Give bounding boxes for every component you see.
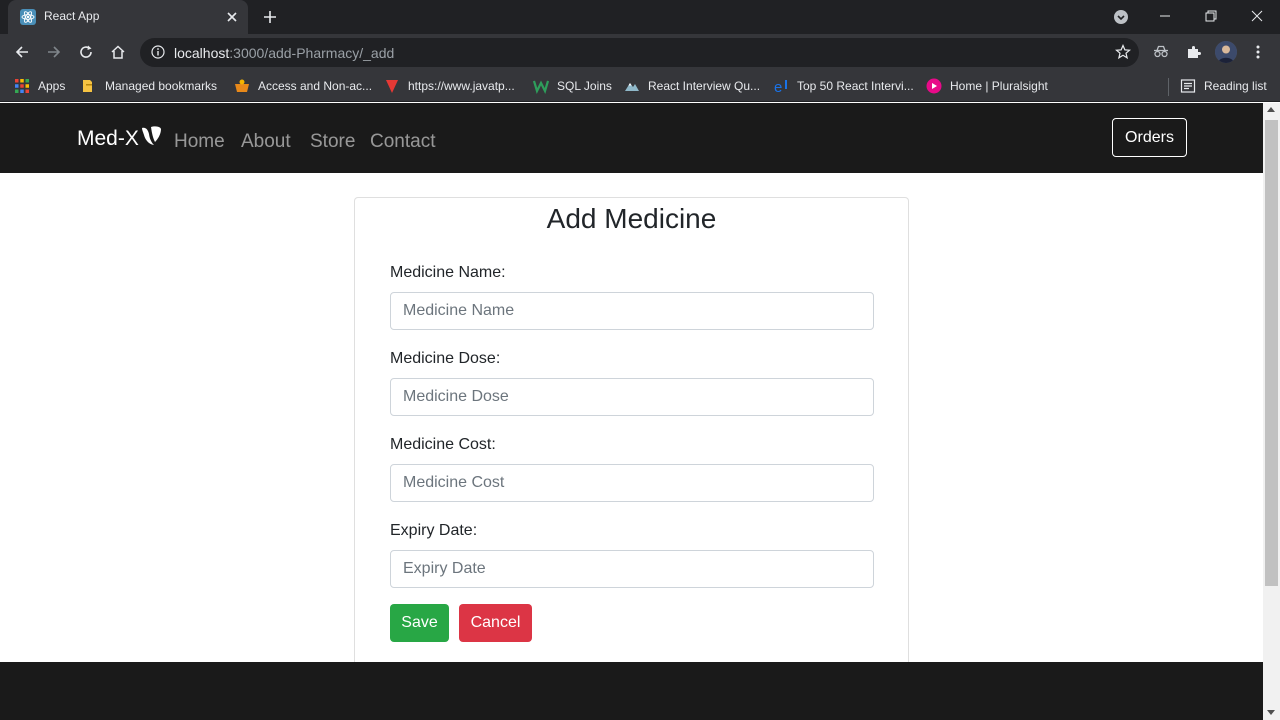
- nav-about-link[interactable]: About: [241, 131, 291, 153]
- form-title: Add Medicine: [546, 203, 717, 234]
- nav-home-link[interactable]: Home: [174, 131, 225, 153]
- address-bar[interactable]: localhost:3000/add-Pharmacy/_add: [140, 38, 1139, 67]
- page-scrollbar[interactable]: [1263, 103, 1280, 720]
- new-tab-icon[interactable]: [262, 9, 278, 25]
- nav-contact-link[interactable]: Contact: [370, 131, 435, 153]
- expiry-date-label: Expiry Date:: [390, 522, 478, 539]
- folder-icon: [83, 80, 92, 92]
- site-info-icon[interactable]: [151, 45, 165, 59]
- brand-name: Med-X: [77, 127, 139, 150]
- extensions-puzzle-icon[interactable]: [1186, 44, 1202, 60]
- browser-tabstrip: React App: [0, 0, 1280, 34]
- page-viewport: Med-X Home About Store Contact Orders Ad…: [0, 103, 1263, 720]
- orders-button[interactable]: Orders: [1112, 118, 1187, 157]
- brand-link[interactable]: Med-X: [77, 126, 162, 151]
- tab-title: React App: [44, 9, 100, 23]
- back-arrow-icon[interactable]: [14, 44, 30, 60]
- bookmark-label: https://www.javatp...: [408, 79, 515, 93]
- w3resource-favicon: [533, 80, 549, 94]
- reading-list-button[interactable]: Reading list: [1180, 76, 1267, 96]
- bookmark-favicon: [235, 79, 249, 92]
- bookmark-apps[interactable]: Apps: [14, 76, 65, 96]
- restore-window-button[interactable]: [1188, 0, 1234, 32]
- profile-icon: [1215, 41, 1237, 63]
- bookmark-sql-joins[interactable]: SQL Joins: [533, 76, 612, 96]
- bookmark-label: SQL Joins: [557, 79, 612, 93]
- medicine-name-input[interactable]: [390, 292, 874, 330]
- javatpoint-favicon: [386, 80, 398, 93]
- save-button[interactable]: Save: [390, 604, 449, 642]
- bookmarks-bar: Apps Managed bookmarks Access and Non-ac…: [0, 70, 1280, 102]
- incognito-extension-icon[interactable]: [1153, 44, 1169, 60]
- bookmark-label: React Interview Qu...: [648, 79, 761, 93]
- edureka-favicon: e: [774, 79, 787, 94]
- mountain-favicon: [625, 83, 639, 91]
- browser-toolbar: localhost:3000/add-Pharmacy/_add: [0, 34, 1280, 70]
- browser-tab[interactable]: React App: [8, 0, 248, 34]
- medicine-cost-label: Medicine Cost:: [390, 436, 496, 453]
- url-host: localhost: [174, 45, 230, 61]
- site-footer: [0, 662, 1263, 720]
- pluralsight-favicon: [926, 78, 942, 94]
- nav-store-link[interactable]: Store: [310, 131, 355, 153]
- brand-logo-icon: [141, 126, 161, 145]
- tab-search-icon[interactable]: [1114, 10, 1128, 24]
- react-icon: [20, 9, 36, 25]
- reading-list-icon: [1180, 79, 1196, 93]
- scrollbar-thumb[interactable]: [1265, 120, 1278, 586]
- cancel-button[interactable]: Cancel: [459, 604, 532, 642]
- bookmark-label: Top 50 React Intervi...: [797, 79, 914, 93]
- bookmark-label: Managed bookmarks: [105, 79, 218, 93]
- close-icon: [1251, 10, 1263, 22]
- medicine-dose-input[interactable]: [390, 378, 874, 416]
- restore-icon: [1205, 10, 1217, 22]
- bookmark-access[interactable]: Access and Non-ac...: [234, 76, 372, 96]
- url-text: localhost:3000/add-Pharmacy/_add: [174, 45, 394, 61]
- bookmark-javatpoint[interactable]: https://www.javatp...: [384, 76, 515, 96]
- scroll-down-arrow-icon[interactable]: [1267, 710, 1275, 715]
- medicine-name-label: Medicine Name:: [390, 264, 506, 281]
- bookmark-top-50-react[interactable]: e Top 50 React Intervi...: [773, 76, 914, 96]
- site-navbar: Med-X Home About Store Contact Orders: [0, 103, 1263, 173]
- minimize-icon: [1160, 15, 1170, 17]
- close-tab-icon[interactable]: [224, 9, 240, 25]
- medicine-dose-label: Medicine Dose:: [390, 350, 501, 367]
- reading-list-label: Reading list: [1204, 79, 1267, 93]
- apps-grid-icon: [15, 79, 29, 93]
- forward-arrow-icon[interactable]: [46, 44, 62, 60]
- bookmark-managed[interactable]: Managed bookmarks: [81, 76, 217, 96]
- browser-menu-icon[interactable]: [1250, 44, 1266, 60]
- close-window-button[interactable]: [1234, 0, 1280, 32]
- svg-text:e: e: [774, 79, 782, 94]
- bookmark-label: Access and Non-ac...: [258, 79, 373, 93]
- profile-avatar[interactable]: [1215, 41, 1237, 63]
- bookmark-label: Apps: [38, 79, 66, 93]
- url-path: :3000/add-Pharmacy/_add: [229, 45, 395, 61]
- bookmarks-divider: [1168, 78, 1169, 96]
- medicine-cost-input[interactable]: [390, 464, 874, 502]
- add-medicine-card: Add Medicine Medicine Name: Medicine Dos…: [354, 197, 909, 667]
- bookmark-react-interview[interactable]: React Interview Qu...: [624, 76, 760, 96]
- bookmark-label: Home | Pluralsight: [950, 79, 1048, 93]
- bookmark-pluralsight[interactable]: Home | Pluralsight: [926, 76, 1048, 96]
- expiry-date-input[interactable]: [390, 550, 874, 588]
- minimize-window-button[interactable]: [1142, 0, 1188, 32]
- home-icon[interactable]: [110, 44, 126, 60]
- reload-icon[interactable]: [78, 44, 94, 60]
- bookmark-star-icon[interactable]: [1115, 44, 1131, 60]
- scroll-up-arrow-icon[interactable]: [1267, 107, 1275, 112]
